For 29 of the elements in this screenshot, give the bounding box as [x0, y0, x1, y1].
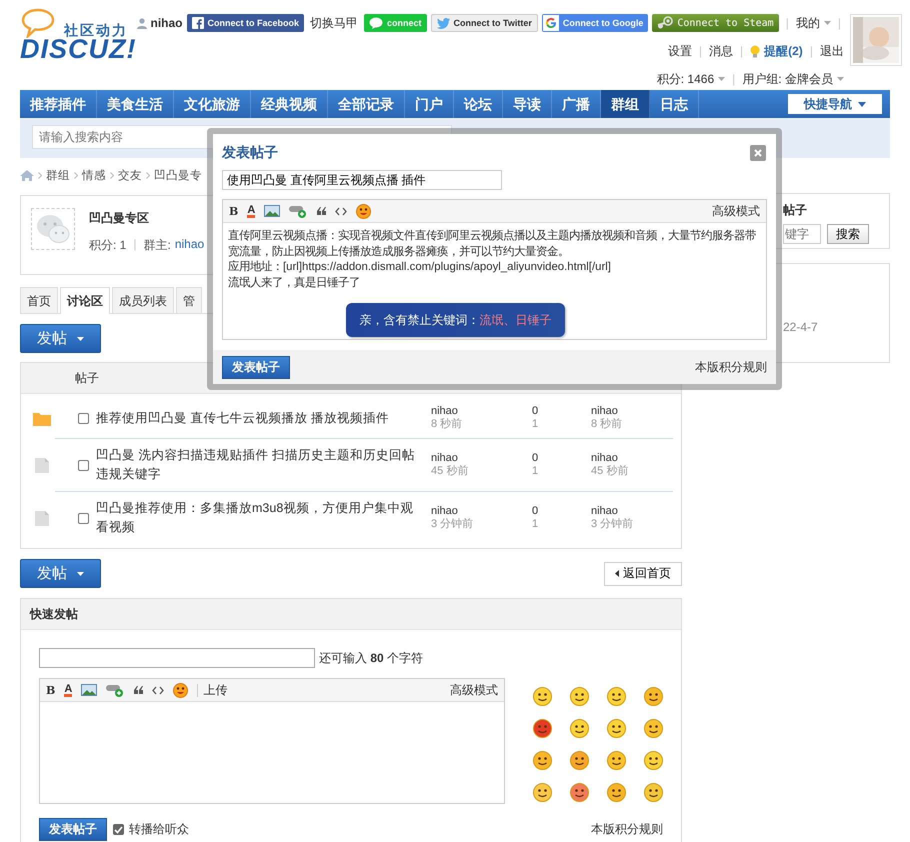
view-count: 1	[532, 518, 540, 531]
reply-count: 0	[532, 405, 540, 418]
char-limit-hint: 还可输入 80 个字符	[319, 650, 424, 666]
group-credits: 积分: 1	[89, 237, 126, 254]
last-post-time: 8 秒前	[591, 418, 624, 431]
warning-tooltip: 亲，含有禁止关键词：流氓、日锤子	[346, 303, 565, 337]
date-text: 22-4-7	[783, 320, 818, 334]
separator: |	[732, 72, 736, 86]
view-count: 1	[532, 418, 540, 431]
view-count: 1	[532, 465, 540, 478]
post-time: 3 分钟前	[431, 518, 474, 531]
separator: |	[740, 44, 744, 58]
separator: |	[133, 237, 136, 253]
separator: |	[838, 16, 841, 30]
separator: |	[810, 44, 813, 58]
post-time: 8 秒前	[431, 418, 464, 431]
logo-tagline: 社区动力	[64, 22, 128, 39]
column-header: 帖子	[75, 371, 99, 385]
separator: |	[698, 44, 702, 58]
panel-title: 快速发帖	[30, 607, 78, 621]
checkbox-label: 转播给听众	[129, 821, 189, 838]
separator: |	[786, 16, 789, 30]
last-post-time: 45 秒前	[591, 465, 630, 478]
reply-count: 0	[532, 452, 540, 465]
reply-count: 0	[532, 505, 540, 518]
panel-title: 帖子	[783, 202, 808, 219]
post-time: 45 秒前	[431, 465, 470, 478]
owner-label: 群主:	[143, 237, 171, 254]
last-post-time: 3 分钟前	[591, 518, 634, 531]
